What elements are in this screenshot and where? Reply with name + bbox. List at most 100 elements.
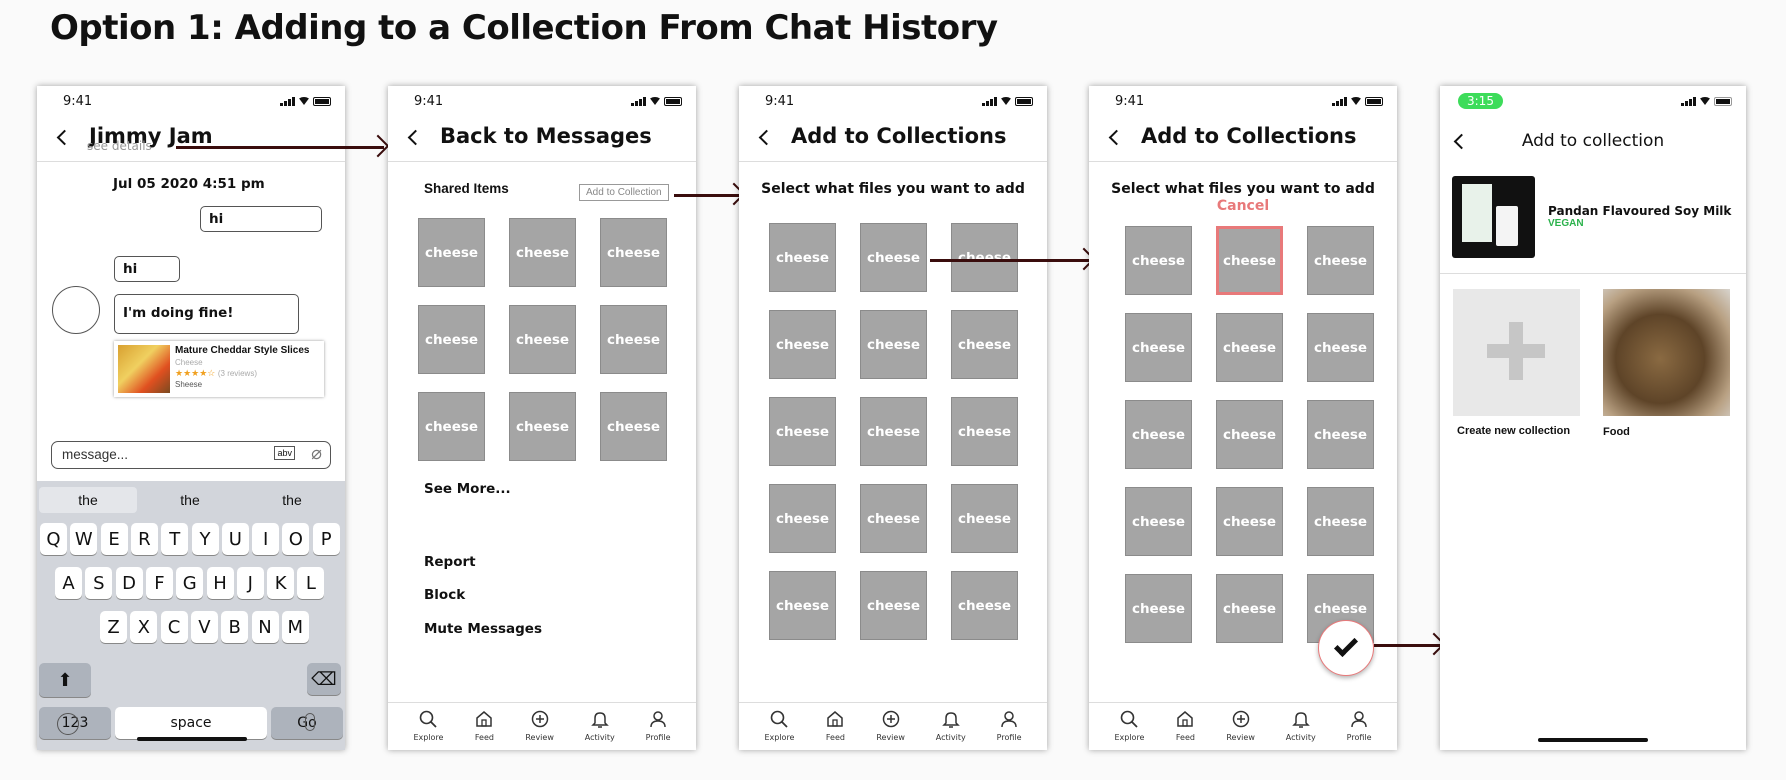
tab-review[interactable]: Review <box>525 709 554 750</box>
tab-review[interactable]: Review <box>1226 709 1255 750</box>
tab-feed[interactable]: Feed <box>474 709 494 750</box>
key[interactable]: N <box>251 611 279 643</box>
shift-key[interactable]: ⬆ <box>39 663 91 697</box>
file-tile[interactable]: cheese <box>951 484 1018 553</box>
key[interactable]: P <box>312 523 340 555</box>
file-tile[interactable]: cheese <box>860 397 927 466</box>
delete-key[interactable]: ⌫ <box>307 663 341 695</box>
tab-review[interactable]: Review <box>876 709 905 750</box>
see-more-link[interactable]: See More... <box>424 481 511 497</box>
key[interactable]: M <box>281 611 309 643</box>
file-tile[interactable]: cheese <box>509 218 576 287</box>
file-tile[interactable]: cheese <box>951 223 1018 292</box>
file-tile[interactable]: cheese <box>1216 400 1283 469</box>
suggestion[interactable]: the <box>141 487 239 513</box>
file-tile[interactable]: cheese <box>769 310 836 379</box>
food-collection-tile[interactable] <box>1603 289 1730 416</box>
emoji-icon[interactable] <box>57 713 79 735</box>
key[interactable]: X <box>130 611 158 643</box>
file-tile[interactable]: cheese <box>951 571 1018 640</box>
tab-explore[interactable]: Explore <box>1114 709 1144 750</box>
key[interactable]: T <box>161 523 189 555</box>
create-collection-tile[interactable] <box>1453 289 1580 416</box>
key[interactable]: V <box>190 611 218 643</box>
key[interactable]: W <box>70 523 98 555</box>
file-tile[interactable]: cheese <box>860 571 927 640</box>
report-option[interactable]: Report <box>424 554 476 570</box>
file-tile[interactable]: cheese <box>860 310 927 379</box>
key[interactable]: S <box>85 567 113 599</box>
key[interactable]: L <box>297 567 325 599</box>
mute-messages-option[interactable]: Mute Messages <box>424 621 542 637</box>
key[interactable]: F <box>145 567 173 599</box>
file-tile[interactable]: cheese <box>1216 574 1283 643</box>
see-details-link[interactable]: see details <box>87 139 152 153</box>
file-tile[interactable]: cheese <box>769 571 836 640</box>
file-tile[interactable]: cheese <box>418 305 485 374</box>
key[interactable]: Q <box>40 523 67 555</box>
file-tile[interactable]: cheese <box>951 397 1018 466</box>
message-input[interactable]: message... abv ⌀ <box>51 441 331 469</box>
file-tile[interactable]: cheese <box>1125 313 1192 382</box>
file-tile[interactable]: cheese <box>600 218 667 287</box>
back-icon[interactable] <box>56 129 73 146</box>
key[interactable]: J <box>236 567 264 599</box>
tab-activity[interactable]: Activity <box>936 709 966 750</box>
key[interactable]: Z <box>100 611 127 643</box>
key[interactable]: O <box>282 523 310 555</box>
file-tile[interactable]: cheese <box>1307 487 1374 556</box>
cancel-button[interactable]: Cancel <box>1089 198 1397 214</box>
back-icon[interactable] <box>758 129 775 146</box>
file-tile[interactable]: cheese <box>600 305 667 374</box>
microphone-icon[interactable] <box>305 713 315 731</box>
key[interactable]: E <box>100 523 128 555</box>
abv-button[interactable]: abv <box>274 446 295 460</box>
file-tile[interactable]: cheese <box>1307 226 1374 295</box>
file-tile[interactable]: cheese <box>951 310 1018 379</box>
paperclip-icon[interactable]: ⌀ <box>311 443 322 464</box>
back-icon[interactable] <box>407 129 424 146</box>
file-tile[interactable]: cheese <box>1125 226 1192 295</box>
file-tile[interactable]: cheese <box>1125 487 1192 556</box>
key[interactable]: I <box>252 523 280 555</box>
file-tile[interactable]: cheese <box>600 392 667 461</box>
file-tile[interactable]: cheese <box>1216 487 1283 556</box>
key[interactable]: Y <box>191 523 219 555</box>
file-tile[interactable]: cheese <box>509 305 576 374</box>
file-tile[interactable]: cheese <box>1125 574 1192 643</box>
suggestion[interactable]: the <box>39 487 137 513</box>
tab-explore[interactable]: Explore <box>764 709 794 750</box>
back-icon[interactable] <box>1108 129 1125 146</box>
file-tile[interactable]: cheese <box>769 484 836 553</box>
confirm-button[interactable] <box>1318 620 1374 676</box>
file-tile[interactable]: cheese <box>418 392 485 461</box>
file-tile[interactable]: cheese <box>1216 226 1283 295</box>
block-option[interactable]: Block <box>424 587 465 603</box>
add-to-collection-button[interactable]: Add to Collection <box>579 184 669 201</box>
file-tile[interactable]: cheese <box>769 223 836 292</box>
file-tile[interactable]: cheese <box>1125 400 1192 469</box>
key[interactable]: H <box>206 567 234 599</box>
key[interactable]: K <box>267 567 295 599</box>
tab-profile[interactable]: Profile <box>1347 709 1372 750</box>
space-key[interactable]: space <box>115 707 267 739</box>
file-tile[interactable]: cheese <box>860 223 927 292</box>
key[interactable]: G <box>176 567 204 599</box>
tab-feed[interactable]: Feed <box>825 709 845 750</box>
avatar[interactable] <box>52 286 100 334</box>
key[interactable]: D <box>115 567 143 599</box>
tab-explore[interactable]: Explore <box>413 709 443 750</box>
file-tile[interactable]: cheese <box>860 484 927 553</box>
key[interactable]: A <box>55 567 82 599</box>
tab-profile[interactable]: Profile <box>646 709 671 750</box>
file-tile[interactable]: cheese <box>769 397 836 466</box>
key[interactable]: R <box>130 523 158 555</box>
key[interactable]: B <box>221 611 249 643</box>
product-card[interactable]: Mature Cheddar Style Slices Cheese ★★★★☆… <box>114 341 324 397</box>
tab-activity[interactable]: Activity <box>585 709 615 750</box>
file-tile[interactable]: cheese <box>418 218 485 287</box>
suggestion[interactable]: the <box>243 487 341 513</box>
file-tile[interactable]: cheese <box>509 392 576 461</box>
key[interactable]: C <box>160 611 188 643</box>
file-tile[interactable]: cheese <box>1307 313 1374 382</box>
